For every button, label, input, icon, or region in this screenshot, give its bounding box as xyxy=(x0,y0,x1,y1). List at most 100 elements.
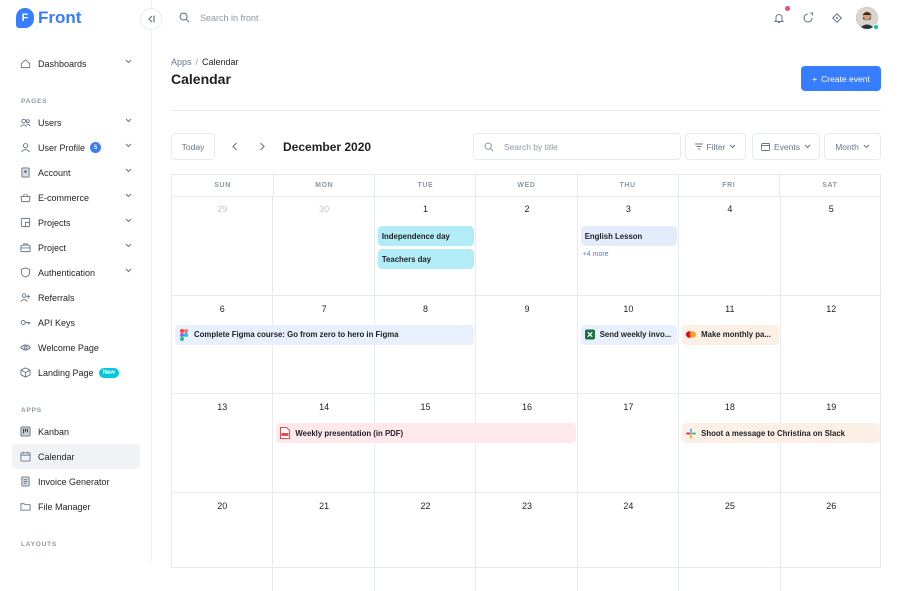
sidebar-item-invoice-generator[interactable]: Invoice Generator xyxy=(12,469,140,494)
search-icon xyxy=(179,12,190,23)
day-cell[interactable]: 17 xyxy=(577,393,679,493)
breadcrumb: Apps/Calendar xyxy=(171,57,239,67)
figma-icon xyxy=(179,329,189,341)
day-cell[interactable]: 22 xyxy=(374,492,476,591)
calendar-search-input[interactable]: Search by title xyxy=(504,142,558,152)
day-number: 20 xyxy=(171,501,273,511)
sidebar-item-user-profile[interactable]: User Profile 5 xyxy=(12,135,140,160)
calendar-event[interactable]: Make monthly pa... xyxy=(682,325,778,345)
day-cell[interactable]: 26 xyxy=(780,492,882,591)
day-cell[interactable]: 20 xyxy=(171,492,273,591)
sidebar-item-label: User Profile xyxy=(38,143,85,153)
person-plus-icon xyxy=(19,292,31,304)
day-cell[interactable]: 30 xyxy=(272,196,374,296)
calendar-search[interactable]: Search by title xyxy=(473,133,681,160)
day-number: 24 xyxy=(578,501,679,511)
sidebar-item-project[interactable]: Project xyxy=(12,235,140,260)
day-cell[interactable]: 25 xyxy=(678,492,780,591)
sidebar-item-users[interactable]: Users xyxy=(12,110,140,135)
day-cell[interactable]: 4 xyxy=(678,196,780,296)
sidebar-item-e-commerce[interactable]: E-commerce xyxy=(12,185,140,210)
day-number: 5 xyxy=(781,204,882,214)
logo-mark: F xyxy=(16,8,34,28)
day-cell[interactable]: 24 xyxy=(577,492,679,591)
day-number: 17 xyxy=(578,402,679,412)
sidebar-item-file-manager[interactable]: File Manager xyxy=(12,494,140,519)
sidebar-section-apps: APPS xyxy=(12,407,42,414)
today-button[interactable]: Today xyxy=(171,133,215,160)
apps-icon[interactable] xyxy=(831,12,843,24)
calendar-event[interactable]: Independence day xyxy=(378,226,474,246)
prev-month-icon[interactable] xyxy=(231,142,239,151)
day-cell[interactable]: 13 xyxy=(171,393,273,493)
sidebar-item-label: Landing Page xyxy=(38,368,94,378)
basket-icon xyxy=(19,192,31,204)
day-number: 25 xyxy=(679,501,780,511)
next-month-icon[interactable] xyxy=(258,142,266,151)
sidebar-item-label: E-commerce xyxy=(38,193,89,203)
event-title: English Lesson xyxy=(585,232,643,241)
kanban-icon xyxy=(19,426,31,438)
pdf-icon xyxy=(280,427,290,439)
users-icon xyxy=(19,117,31,129)
sidebar-item-dashboards[interactable]: Dashboards xyxy=(12,51,140,76)
top-search[interactable]: Search in front xyxy=(179,12,259,23)
day-cell[interactable]: 21 xyxy=(272,492,374,591)
day-number: 18 xyxy=(679,402,780,412)
key-icon xyxy=(19,317,31,329)
sidebar-item-projects[interactable]: Projects xyxy=(12,210,140,235)
calendar-event[interactable]: Complete Figma course: Go from zero to h… xyxy=(175,325,474,345)
event-title: Complete Figma course: Go from zero to h… xyxy=(194,330,398,339)
sidebar-item-calendar[interactable]: Calendar xyxy=(12,444,140,469)
day-number: 15 xyxy=(375,402,476,412)
view-select[interactable]: Month xyxy=(824,133,881,160)
calendar-event[interactable]: Weekly presentation (in PDF) xyxy=(276,423,575,443)
sidebar: F Front DashboardsPAGESUsersUser Profile… xyxy=(0,0,152,562)
calendar-event[interactable]: Send weekly invo... xyxy=(581,325,677,345)
calendar-event[interactable]: English Lesson xyxy=(581,226,677,246)
events-button[interactable]: Events xyxy=(752,133,820,160)
sidebar-item-landing-page[interactable]: Landing PageNew xyxy=(12,360,140,385)
sidebar-item-kanban[interactable]: Kanban xyxy=(12,419,140,444)
sidebar-item-authentication[interactable]: Authentication xyxy=(12,260,140,285)
main-content: Apps/Calendar Calendar + Create event To… xyxy=(152,37,900,562)
logo[interactable]: F Front xyxy=(16,8,81,28)
top-search-input[interactable]: Search in front xyxy=(200,13,259,23)
calendar-event[interactable]: Shoot a message to Christina on Slack xyxy=(682,423,880,443)
sidebar-item-account[interactable]: Account xyxy=(12,160,140,185)
user-icon xyxy=(19,142,31,154)
logo-text: Front xyxy=(38,8,81,28)
day-cell[interactable]: 5 xyxy=(780,196,882,296)
weekday-mon: MON xyxy=(273,175,374,197)
calendar-event[interactable]: Teachers day xyxy=(378,249,474,269)
more-events-link[interactable]: +4 more xyxy=(583,251,609,258)
bell-icon[interactable] xyxy=(773,12,785,24)
day-cell[interactable]: 23 xyxy=(475,492,577,591)
weekday-header: SUNMONTUEWEDTHUFRISAT xyxy=(171,174,881,196)
day-number: 16 xyxy=(476,402,577,412)
month-title: December 2020 xyxy=(283,140,371,154)
sidebar-item-referrals[interactable]: Referrals xyxy=(12,285,140,310)
mastercard-icon xyxy=(686,329,696,341)
chevron-down-icon xyxy=(125,168,132,173)
day-cell[interactable]: 2 xyxy=(475,196,577,296)
filter-button[interactable]: Filter xyxy=(685,133,746,160)
projects-icon xyxy=(19,217,31,229)
event-title: Make monthly pa... xyxy=(701,330,771,339)
activity-icon[interactable] xyxy=(802,12,814,24)
day-cell[interactable]: 29 xyxy=(171,196,273,296)
day-number: 4 xyxy=(679,204,780,214)
page-title: Calendar xyxy=(171,71,231,87)
topbar: Search in front xyxy=(152,0,900,37)
sidebar-item-welcome-page[interactable]: Welcome Page xyxy=(12,335,140,360)
folder-icon xyxy=(19,501,31,513)
sidebar-item-api-keys[interactable]: API Keys xyxy=(12,310,140,335)
day-cell[interactable]: 9 xyxy=(475,295,577,395)
sidebar-item-label: Referrals xyxy=(38,293,75,303)
create-event-button[interactable]: + Create event xyxy=(801,66,881,91)
breadcrumb-apps[interactable]: Apps xyxy=(171,57,192,67)
day-cell[interactable]: 12 xyxy=(780,295,882,395)
count-badge: 5 xyxy=(90,142,101,153)
collapse-sidebar-button[interactable] xyxy=(140,8,162,30)
slack-icon xyxy=(686,427,696,439)
